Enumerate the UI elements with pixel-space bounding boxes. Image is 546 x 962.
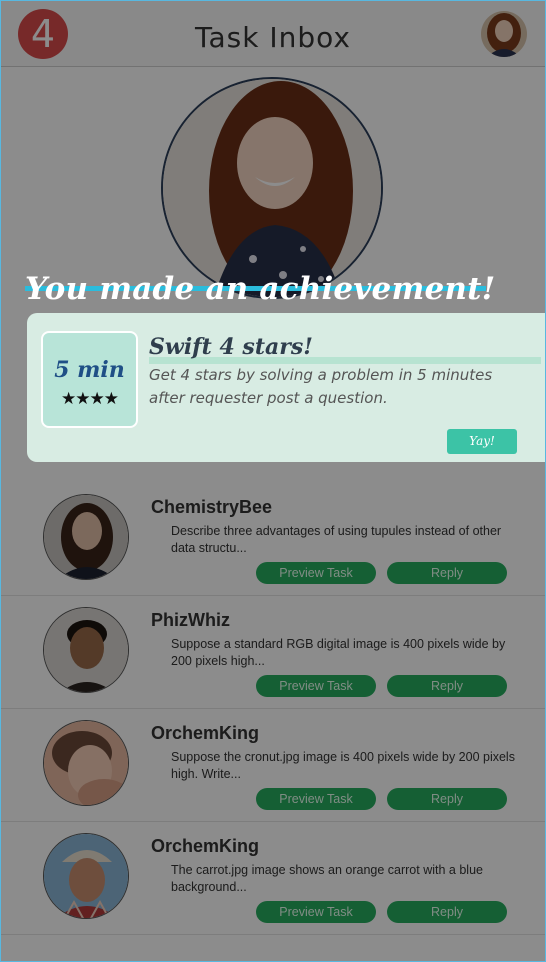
achievement-badge: 5 min ★★★★	[41, 331, 138, 428]
app-window: 4 Task Inbox ChemistryBee Describe three…	[0, 0, 546, 962]
achievement-description: Get 4 stars by solving a problem in 5 mi…	[149, 366, 493, 407]
star-rating-icon: ★★★★	[61, 389, 119, 408]
yay-button[interactable]: Yay!	[447, 429, 517, 454]
achievement-heading: You made an achievement!	[25, 271, 496, 307]
achievement-time: 5 min	[54, 357, 125, 383]
achievement-title: Swift 4 stars!	[149, 334, 313, 360]
modal-backdrop[interactable]	[1, 1, 545, 961]
